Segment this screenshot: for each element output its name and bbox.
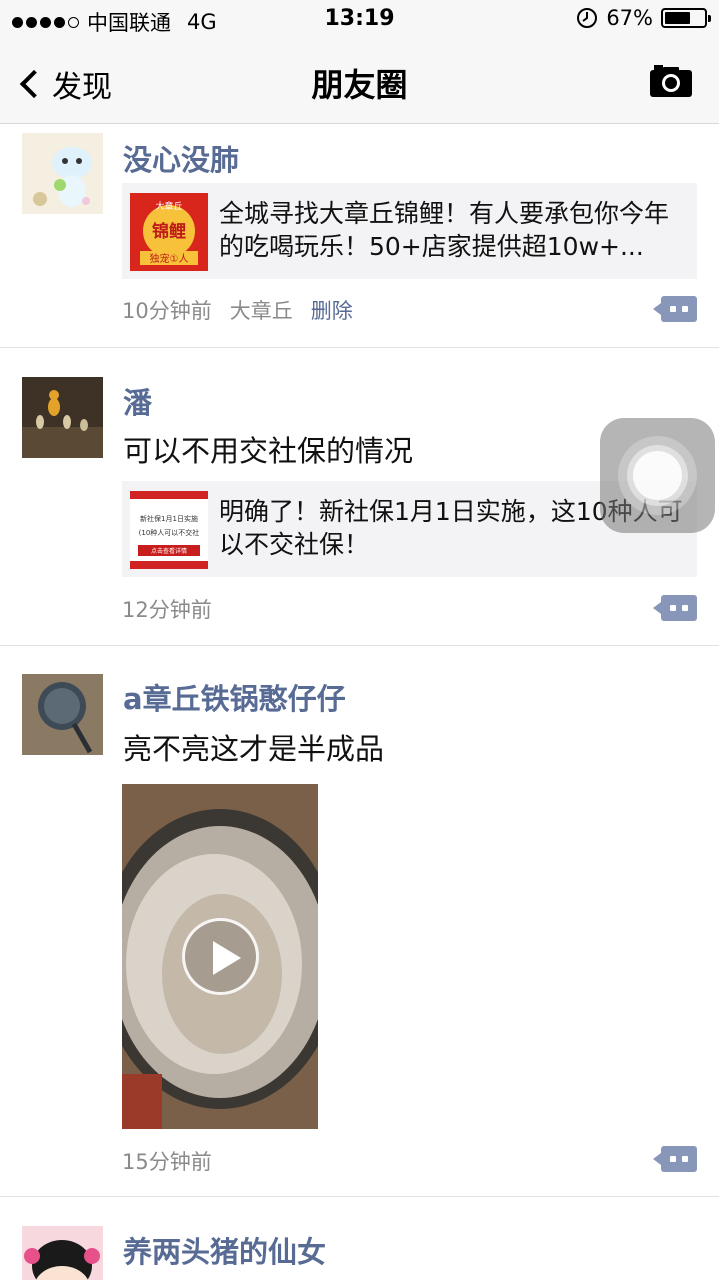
post-meta: 10分钟前 大章丘 删除 [122, 295, 353, 325]
assistive-touch-icon[interactable] [600, 418, 715, 533]
delete-button[interactable]: 删除 [311, 295, 353, 325]
post-item: 没心没肺 大章丘 锦鲤 独宠①人 全城寻找大章丘锦鲤！有人要承包你今年的吃喝玩乐… [0, 125, 719, 348]
post-text: 亮不亮这才是半成品 [123, 732, 385, 766]
post-meta: 15分钟前 [122, 1146, 212, 1176]
avatar[interactable] [22, 1226, 103, 1280]
link-thumbnail: 新社保1月1日实施 (10种人可以不交社 点击查看详情 [130, 491, 208, 569]
avatar[interactable] [22, 133, 103, 214]
nav-bar: 发现 朋友圈 [0, 40, 719, 124]
battery-icon [661, 8, 711, 28]
camera-icon[interactable] [649, 64, 693, 98]
thumb-badge: 大章丘 [155, 200, 182, 212]
comment-icon[interactable] [653, 595, 697, 621]
thumb-line2: (10种人可以不交社 [139, 528, 200, 537]
thumb-button: 点击查看详情 [151, 547, 187, 555]
status-bar: 中国联通 4G 13:19 67% [0, 0, 719, 40]
post-nickname[interactable]: 没心没肺 [123, 137, 239, 179]
post-nickname[interactable]: 潘 [123, 380, 152, 422]
post-location[interactable]: 大章丘 [230, 295, 293, 325]
link-thumbnail: 大章丘 锦鲤 独宠①人 [130, 193, 208, 271]
post-text: 可以不用交社保的情况 [123, 434, 414, 468]
battery-fill [665, 12, 690, 24]
post-time: 10分钟前 [122, 299, 212, 323]
link-card[interactable]: 大章丘 锦鲤 独宠①人 全城寻找大章丘锦鲤！有人要承包你今年的吃喝玩乐！50+店… [122, 183, 697, 279]
post-item: a章丘铁锅憨仔仔 亮不亮这才是半成品 15分钟前 [0, 646, 719, 1197]
page-title: 朋友圈 [311, 66, 408, 104]
link-title: 全城寻找大章丘锦鲤！有人要承包你今年的吃喝玩乐！50+店家提供超10w+... [219, 199, 670, 261]
post-time: 15分钟前 [122, 1150, 212, 1174]
post-time: 12分钟前 [122, 598, 212, 622]
battery-percent: 67% [606, 6, 653, 30]
avatar[interactable] [22, 377, 103, 458]
post-item: 养两头猪的仙女 [0, 1197, 719, 1280]
avatar[interactable] [22, 674, 103, 755]
video-thumbnail[interactable] [122, 784, 318, 1129]
thumb-line1: 新社保1月1日实施 [140, 514, 198, 523]
post-nickname[interactable]: 养两头猪的仙女 [123, 1229, 326, 1271]
comment-icon[interactable] [653, 1146, 697, 1172]
status-right: 67% [576, 6, 711, 30]
post-nickname[interactable]: a章丘铁锅憨仔仔 [123, 676, 346, 718]
play-icon[interactable] [182, 918, 259, 995]
comment-icon[interactable] [653, 296, 697, 322]
thumb-bottom: 独宠①人 [150, 252, 189, 265]
thumb-main: 锦鲤 [152, 221, 186, 242]
post-meta: 12分钟前 [122, 594, 212, 624]
alarm-lock-icon [577, 8, 598, 28]
